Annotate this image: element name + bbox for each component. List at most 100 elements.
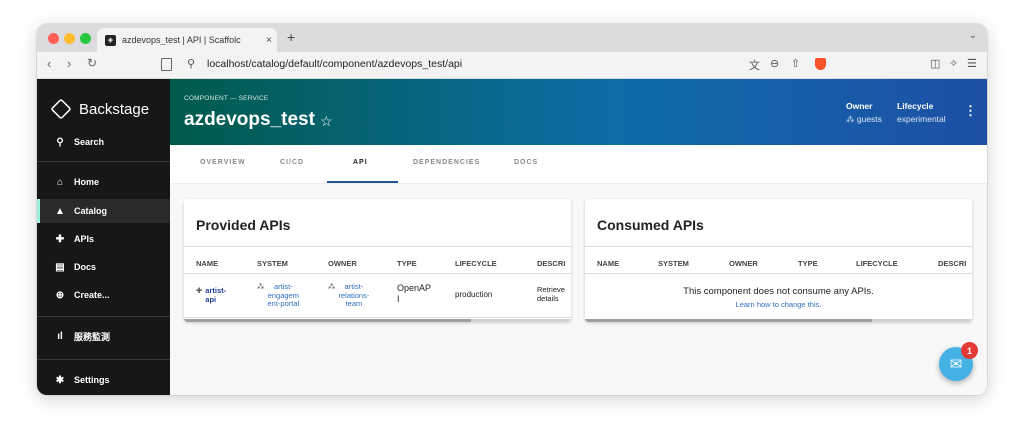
column-header-system[interactable]: SYSTEM	[257, 259, 288, 268]
notification-badge: 1	[961, 342, 978, 359]
sidebar-divider	[37, 359, 170, 360]
column-header-name[interactable]: NAME	[597, 259, 619, 268]
puzzle-icon: ✚	[55, 233, 65, 245]
extensions-icon[interactable]: ✧	[949, 57, 958, 70]
favorite-star-icon[interactable]: ☆	[320, 113, 333, 130]
address-bar: ‹ › ↻ ⚲ localhost/catalog/default/compon…	[37, 52, 987, 79]
browser-window: ◈ azdevops_test | API | Scaffolc × + ⌄ ‹…	[37, 24, 987, 395]
back-icon[interactable]: ‹	[47, 56, 51, 71]
sidebar-item-label: 服務監測	[74, 331, 111, 342]
zoom-icon[interactable]: ⊖	[770, 57, 779, 70]
docs-icon: ▤	[55, 261, 65, 273]
column-header-name[interactable]: NAME	[196, 259, 218, 268]
share-icon[interactable]: ⇧	[791, 57, 800, 70]
main-content: COMPONENT — SERVICE azdevops_test ☆ Owne…	[170, 79, 987, 395]
owner-name: guests	[856, 114, 882, 124]
owner-label: Owner	[846, 101, 873, 111]
sidebar-item-settings[interactable]: ✱ Settings	[37, 368, 170, 392]
consumed-apis-card: Consumed APIs NAME SYSTEM OWNER TYPE LIF…	[585, 199, 972, 322]
api-name-link[interactable]: ✚ artist- api	[196, 286, 226, 304]
sidebar-item-apis[interactable]: ✚ APIs	[37, 227, 170, 251]
api-type: OpenAP I	[397, 283, 432, 304]
group-icon: ⁂	[846, 114, 857, 124]
tab-cicd[interactable]: CI/CD	[280, 159, 304, 166]
card-divider	[184, 246, 571, 247]
puzzle-icon: ✚	[196, 286, 203, 295]
sidebar-item-catalog[interactable]: ▲ Catalog	[37, 199, 173, 223]
sidebar-item-monitoring[interactable]: ıl 服務監測	[37, 324, 170, 348]
column-header-description[interactable]: DESCRI	[537, 259, 565, 268]
learn-more-link[interactable]: Learn how to change this.	[585, 300, 972, 309]
sidebar-item-create[interactable]: ⊕ Create...	[37, 283, 170, 307]
active-tab-indicator	[327, 181, 398, 183]
column-header-owner[interactable]: OWNER	[729, 259, 758, 268]
sidebar-item-home[interactable]: ⌂ Home	[37, 170, 170, 194]
owner-link[interactable]: ⁂ artist- relations- team	[328, 282, 369, 309]
system-link[interactable]: ⁂ artist- engagem ent-portal	[257, 282, 300, 309]
forward-icon[interactable]: ›	[67, 56, 71, 71]
catalog-icon: ▲	[55, 205, 65, 217]
page-title: azdevops_test	[184, 109, 315, 130]
tab-close-icon[interactable]: ×	[261, 35, 277, 46]
close-window-button[interactable]	[48, 33, 59, 44]
column-header-description[interactable]: DESCRI	[938, 259, 966, 268]
favicon-icon: ◈	[105, 34, 116, 46]
scrollbar-thumb[interactable]	[184, 319, 471, 322]
browser-tab[interactable]: ◈ azdevops_test | API | Scaffolc ×	[97, 28, 277, 52]
tab-dependencies[interactable]: DEPENDENCIES	[413, 159, 480, 166]
search-icon: ⚲	[56, 136, 64, 148]
tab-menu-button[interactable]: ⌄	[969, 30, 977, 41]
column-header-lifecycle[interactable]: LIFECYCLE	[455, 259, 497, 268]
site-settings-icon[interactable]: ⚲	[187, 57, 195, 70]
maximize-window-button[interactable]	[80, 33, 91, 44]
column-header-type[interactable]: TYPE	[798, 259, 818, 268]
provided-apis-title: Provided APIs	[196, 217, 291, 233]
group-icon: ⁂	[328, 282, 336, 291]
column-header-lifecycle[interactable]: LIFECYCLE	[856, 259, 898, 268]
card-divider	[585, 246, 972, 247]
sidebar-search[interactable]: ⚲ Search	[37, 130, 170, 154]
backstage-logo[interactable]: Backstage	[50, 98, 150, 120]
tab-title: azdevops_test | API | Scaffolc	[122, 35, 241, 45]
sidebar-item-docs[interactable]: ▤ Docs	[37, 255, 170, 279]
system-icon: ⁂	[257, 282, 265, 291]
brand-name: Backstage	[79, 100, 150, 118]
column-header-owner[interactable]: OWNER	[328, 259, 357, 268]
sidebar-item-label: Catalog	[74, 206, 108, 216]
bookmark-icon[interactable]	[161, 58, 172, 71]
sidebar-toggle-icon[interactable]: ◫	[930, 57, 940, 70]
menu-icon[interactable]: ☰	[967, 57, 977, 70]
translate-icon[interactable]: 文	[749, 57, 760, 73]
backstage-logo-icon	[50, 98, 72, 120]
column-header-type[interactable]: TYPE	[397, 259, 417, 268]
reload-icon[interactable]: ↻	[87, 56, 97, 70]
home-icon: ⌂	[56, 176, 64, 188]
tab-bar: ◈ azdevops_test | API | Scaffolc × + ⌄	[37, 24, 987, 52]
sidebar-item-label: Home	[74, 177, 100, 187]
url-field[interactable]: localhost/catalog/default/component/azde…	[207, 58, 462, 70]
tab-overview[interactable]: OVERVIEW	[200, 159, 246, 166]
chat-help-icon: ✉	[949, 356, 963, 373]
new-tab-button[interactable]: +	[287, 29, 295, 45]
empty-state-message: This component does not consume any APIs…	[683, 286, 874, 297]
lifecycle-label: Lifecycle	[897, 101, 934, 111]
header-divider	[184, 273, 571, 274]
breadcrumb: COMPONENT — SERVICE	[184, 95, 269, 102]
minimize-window-button[interactable]	[64, 33, 75, 44]
sidebar-search-label: Search	[74, 137, 105, 147]
tab-docs[interactable]: DOCS	[514, 159, 538, 166]
system-name: artist- engagem ent-portal	[267, 282, 300, 308]
api-description: Retrieve details	[537, 285, 565, 303]
row-divider	[184, 317, 571, 318]
provided-apis-card: Provided APIs NAME SYSTEM OWNER TYPE LIF…	[184, 199, 571, 322]
gear-icon: ✱	[55, 374, 65, 386]
plus-circle-icon: ⊕	[55, 289, 65, 301]
sidebar: Backstage ⚲ Search ⌂ Home ▲ Catalog ✚ AP…	[37, 79, 173, 395]
scrollbar-thumb[interactable]	[585, 319, 872, 322]
tab-api[interactable]: API	[353, 159, 368, 166]
owner-value[interactable]: ⁂ guests	[846, 114, 882, 125]
more-options-icon[interactable]: ⋮	[964, 103, 977, 119]
api-lifecycle: production	[455, 290, 493, 299]
column-header-system[interactable]: SYSTEM	[658, 259, 689, 268]
brave-shield-icon[interactable]	[815, 58, 826, 70]
